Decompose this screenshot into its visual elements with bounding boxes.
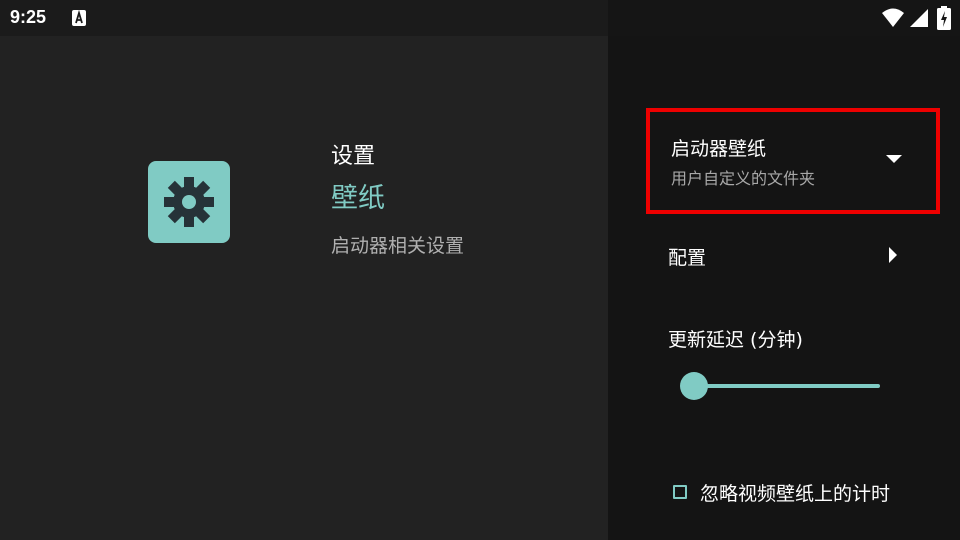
page-title: 壁纸 — [331, 183, 385, 214]
config-preference[interactable]: 配置 — [650, 226, 910, 286]
page-description: 启动器相关设置 — [331, 235, 465, 257]
ignore-timer-preference[interactable]: 忽略视频壁纸上的计时 — [670, 478, 900, 508]
launcher-wallpaper-preference[interactable]: 启动器壁纸 用户自定义的文件夹 — [646, 108, 940, 214]
preferences-panel: 启动器壁纸 用户自定义的文件夹 配置 更新延迟 (分钟) 忽略视频壁纸上的计时 — [608, 36, 960, 540]
signal-icon — [910, 9, 928, 27]
config-label: 配置 — [668, 247, 707, 269]
wifi-icon — [882, 8, 904, 27]
status-bar: 9:25 — [0, 0, 960, 36]
breadcrumb: 设置 — [331, 144, 376, 169]
chevron-right-icon — [889, 247, 897, 263]
ignore-timer-label: 忽略视频壁纸上的计时 — [700, 483, 891, 505]
status-time: 9:25 — [10, 7, 47, 27]
update-delay-label: 更新延迟 (分钟) — [668, 329, 803, 351]
slider-thumb[interactable] — [680, 372, 708, 400]
battery-charging-icon — [937, 6, 951, 30]
settings-app-icon — [148, 161, 230, 243]
header-panel: 设置 壁纸 启动器相关设置 — [0, 36, 608, 540]
status-bar-left-area — [0, 0, 608, 36]
dropdown-arrow-icon — [886, 155, 902, 163]
slider-track[interactable] — [694, 384, 880, 388]
launcher-wallpaper-title: 启动器壁纸 — [671, 138, 767, 160]
ignore-timer-checkbox[interactable] — [673, 485, 687, 499]
screen: 9:25 设置 壁纸 启动器相关设置 启动器壁纸 用户自定义的文件夹 配置 更新… — [0, 0, 960, 540]
update-delay-slider[interactable] — [678, 369, 884, 403]
notification-a-icon — [72, 10, 86, 26]
gear-icon — [164, 177, 214, 227]
launcher-wallpaper-summary: 用户自定义的文件夹 — [671, 169, 816, 188]
